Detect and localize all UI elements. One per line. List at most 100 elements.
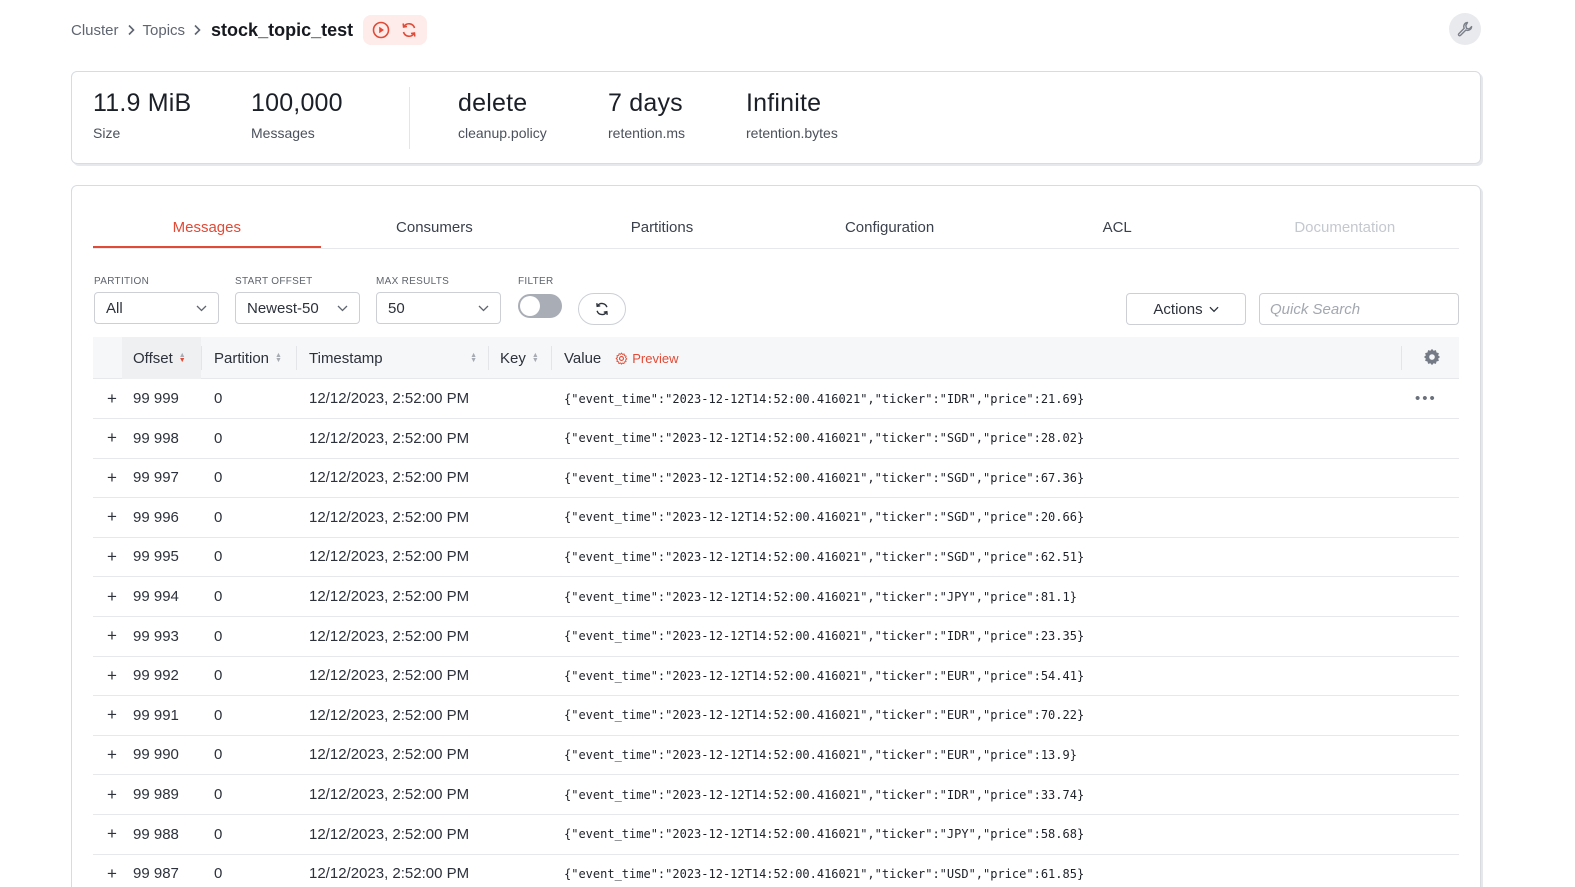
filter-label: PARTITION <box>94 276 150 287</box>
partition-select[interactable]: All <box>94 292 219 324</box>
cell-value: {"event_time":"2023-12-12T14:52:00.41602… <box>564 391 1085 406</box>
cell-timestamp: 12/12/2023, 2:52:00 PM <box>309 469 470 487</box>
cell-value: {"event_time":"2023-12-12T14:52:00.41602… <box>564 827 1085 842</box>
select-value: 50 <box>388 299 405 317</box>
tab-acl[interactable]: ACL <box>1003 208 1231 248</box>
cell-partition: 0 <box>214 469 223 487</box>
max-results-select[interactable]: 50 <box>376 292 501 324</box>
select-value: All <box>106 299 123 317</box>
table-row[interactable]: + 99 996 0 12/12/2023, 2:52:00 PM {"even… <box>93 498 1459 538</box>
chevron-down-icon <box>1209 306 1219 312</box>
cell-timestamp: 12/12/2023, 2:52:00 PM <box>309 588 470 605</box>
quick-search-input[interactable] <box>1259 293 1459 325</box>
wrench-icon[interactable] <box>1449 13 1481 45</box>
column-offset[interactable]: Offset ▲ ▼ <box>122 337 201 379</box>
column-partition[interactable]: Partition ▲ ▼ <box>214 337 282 379</box>
chevron-down-icon <box>478 305 489 311</box>
expand-icon[interactable]: + <box>107 815 117 854</box>
expand-icon[interactable]: + <box>107 854 117 887</box>
cell-partition: 0 <box>214 706 223 724</box>
table-row[interactable]: + 99 988 0 12/12/2023, 2:52:00 PM {"even… <box>93 815 1459 855</box>
expand-icon[interactable]: + <box>107 617 117 656</box>
gear-icon[interactable] <box>1423 348 1441 371</box>
cell-partition: 0 <box>214 508 223 526</box>
tab-messages[interactable]: Messages <box>93 208 321 248</box>
table-row[interactable]: + 99 999 0 12/12/2023, 2:52:00 PM {"even… <box>93 379 1459 419</box>
expand-icon[interactable]: + <box>107 656 117 695</box>
table-row[interactable]: + 99 994 0 12/12/2023, 2:52:00 PM {"even… <box>93 577 1459 617</box>
cell-value: {"event_time":"2023-12-12T14:52:00.41602… <box>564 510 1085 525</box>
breadcrumb-cluster[interactable]: Cluster <box>71 22 119 39</box>
filter-label: FILTER <box>518 276 554 287</box>
actions-dropdown[interactable]: Actions <box>1126 293 1246 325</box>
cell-partition: 0 <box>214 667 223 685</box>
refresh-icon[interactable] <box>397 18 421 42</box>
stat-size: 11.9 MiB Size <box>93 89 191 141</box>
expand-icon[interactable]: + <box>107 458 117 497</box>
cell-offset: 99 991 <box>133 706 179 724</box>
select-value: Newest-50 <box>247 299 319 317</box>
table-row[interactable]: + 99 997 0 12/12/2023, 2:52:00 PM {"even… <box>93 458 1459 499</box>
page-title: stock_topic_test <box>211 19 354 40</box>
refresh-icon <box>596 302 608 316</box>
column-timestamp[interactable]: Timestamp ▲ ▼ <box>309 337 477 379</box>
expand-icon[interactable]: + <box>107 696 117 735</box>
expand-icon[interactable]: + <box>107 735 117 774</box>
sort-icon: ▲ ▼ <box>531 352 539 364</box>
cell-offset: 99 992 <box>133 667 179 685</box>
expand-icon[interactable]: + <box>107 537 117 576</box>
cell-value: {"event_time":"2023-12-12T14:52:00.41602… <box>564 747 1077 762</box>
column-key[interactable]: Key ▲ ▼ <box>500 337 539 379</box>
table-row[interactable]: + 99 992 0 12/12/2023, 2:52:00 PM {"even… <box>93 656 1459 697</box>
table-row[interactable]: + 99 998 0 12/12/2023, 2:52:00 PM {"even… <box>93 419 1459 459</box>
column-label: Timestamp <box>309 349 383 367</box>
divider <box>551 346 552 370</box>
tab-partitions[interactable]: Partitions <box>548 208 776 248</box>
table-row[interactable]: + 99 991 0 12/12/2023, 2:52:00 PM {"even… <box>93 696 1459 736</box>
topic-stats-card: 11.9 MiB Size 100,000 Messages delete cl… <box>71 71 1481 164</box>
stat-value: 100,000 <box>251 89 343 117</box>
chevron-down-icon <box>337 305 348 311</box>
cell-offset: 99 990 <box>133 746 179 764</box>
expand-icon[interactable]: + <box>107 775 117 814</box>
play-circle-icon[interactable] <box>369 18 393 42</box>
expand-icon[interactable]: + <box>107 498 117 537</box>
chevron-down-icon <box>196 305 207 311</box>
cell-value: {"event_time":"2023-12-12T14:52:00.41602… <box>564 589 1077 604</box>
toggle-knob <box>520 296 540 316</box>
expand-icon[interactable]: + <box>107 379 117 418</box>
cell-offset: 99 987 <box>133 865 179 883</box>
tab-consumers[interactable]: Consumers <box>321 208 549 248</box>
tab-configuration[interactable]: Configuration <box>776 208 1004 248</box>
stat-retention-ms: 7 days retention.ms <box>608 89 685 141</box>
divider <box>201 346 202 370</box>
stat-cleanup-policy: delete cleanup.policy <box>458 89 547 141</box>
preview-label: Preview <box>632 350 679 366</box>
expand-icon[interactable]: + <box>107 577 117 616</box>
cell-timestamp: 12/12/2023, 2:52:00 PM <box>309 706 470 724</box>
refresh-messages-button[interactable] <box>578 293 626 325</box>
table-row[interactable]: + 99 989 0 12/12/2023, 2:52:00 PM {"even… <box>93 775 1459 815</box>
filter-toggle[interactable] <box>518 294 562 318</box>
preview-button[interactable]: Preview <box>615 350 679 366</box>
breadcrumb-topics[interactable]: Topics <box>143 22 186 39</box>
divider <box>409 87 410 149</box>
cell-offset: 99 995 <box>133 548 179 566</box>
cell-offset: 99 998 <box>133 429 179 447</box>
filter-label: MAX RESULTS <box>376 276 450 287</box>
expand-icon[interactable]: + <box>107 419 117 458</box>
stat-value: 7 days <box>608 89 683 117</box>
cell-timestamp: 12/12/2023, 2:52:00 PM <box>309 390 470 407</box>
stat-value: Infinite <box>746 89 822 117</box>
table-row[interactable]: + 99 990 0 12/12/2023, 2:52:00 PM {"even… <box>93 735 1459 776</box>
table-row[interactable]: + 99 993 0 12/12/2023, 2:52:00 PM {"even… <box>93 617 1459 657</box>
column-label: Value <box>564 349 602 367</box>
cell-offset: 99 993 <box>133 627 179 645</box>
start-offset-select[interactable]: Newest-50 <box>235 292 360 324</box>
table-row[interactable]: + 99 987 0 12/12/2023, 2:52:00 PM {"even… <box>93 854 1459 887</box>
cell-partition: 0 <box>214 390 223 407</box>
sort-icon: ▲ ▼ <box>275 352 282 364</box>
cell-timestamp: 12/12/2023, 2:52:00 PM <box>309 429 470 447</box>
table-row[interactable]: + 99 995 0 12/12/2023, 2:52:00 PM {"even… <box>93 537 1459 578</box>
more-horizontal-icon[interactable]: ••• <box>1415 379 1437 418</box>
